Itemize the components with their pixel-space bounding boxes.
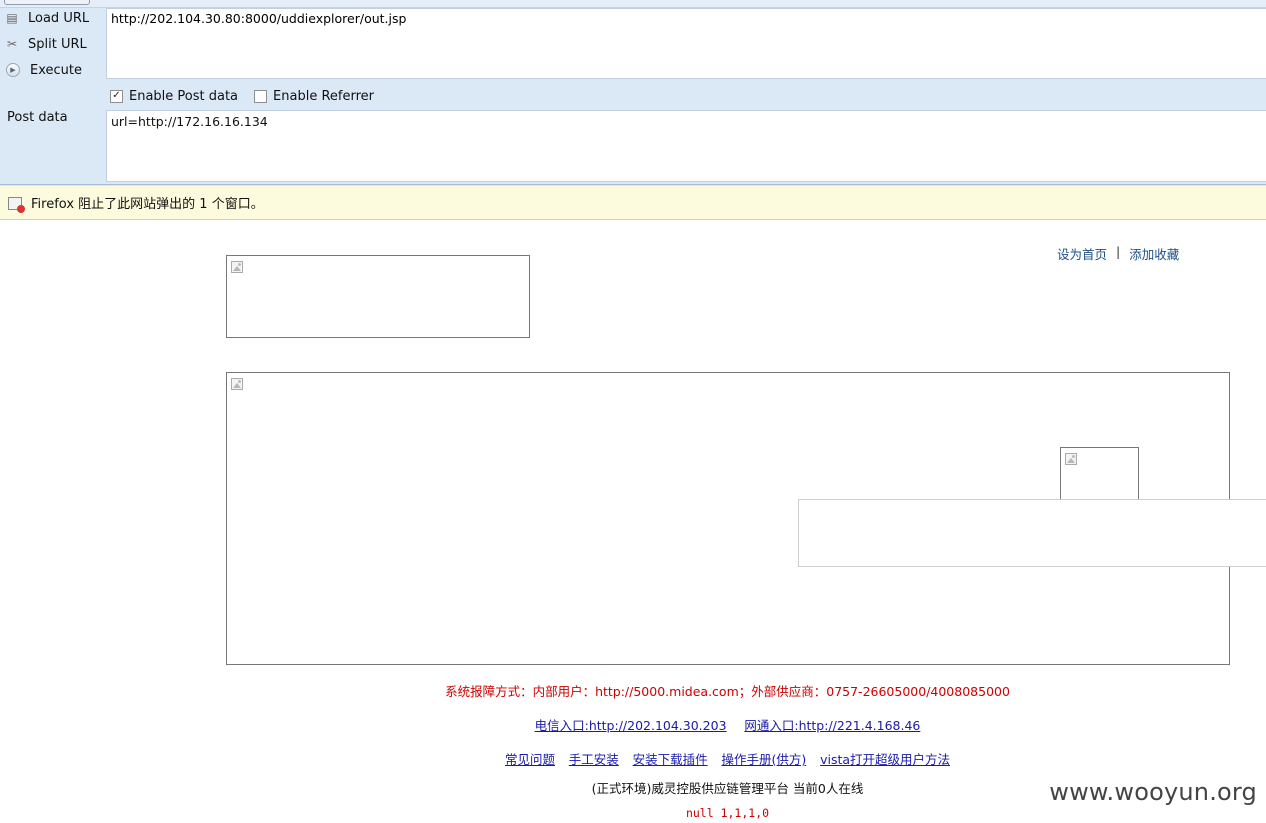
post-data-options: ✓ Enable Post data Enable Referrer [110,87,374,105]
split-url-label: Split URL [28,36,87,52]
execute-label: Execute [30,62,82,78]
execute-button[interactable]: ▶ Execute [4,59,100,81]
hackbar-top-strip [0,0,1266,8]
login-form-panel[interactable] [798,499,1266,567]
execute-icon: ▶ [6,63,20,77]
load-url-label: Load URL [28,10,90,26]
enable-post-label[interactable]: Enable Post data [129,89,238,104]
vista-admin-link[interactable]: vista打开超级用户方法 [820,752,950,767]
add-favorite-link[interactable]: 添加收藏 [1129,244,1179,263]
entry-links: 电信入口:http://202.104.30.203 网通入口:http://2… [226,715,1229,734]
hackbar-panel: ▤ Load URL ✂ Split URL ▶ Execute http://… [0,0,1266,185]
help-links: 常见问题 手工安装 安装下载插件 操作手册(供方) vista打开超级用户方法 [226,749,1229,768]
broken-image-icon [1065,453,1077,465]
download-plugin-link[interactable]: 安装下载插件 [633,752,708,767]
broken-image-icon [231,378,243,390]
enable-referrer-checkbox[interactable] [254,89,268,103]
split-url-button[interactable]: ✂ Split URL [4,33,100,55]
top-links-separator: | [1116,244,1121,259]
hackbar-menu-tab[interactable] [4,0,90,5]
load-url-button[interactable]: ▤ Load URL [4,7,100,29]
split-url-icon: ✂ [6,37,18,51]
support-contact-text: 系统报障方式：内部用户：http://5000.midea.com；外部供应商：… [445,684,1010,699]
post-data-label: Post data [7,110,68,125]
netcom-entry-link[interactable]: 网通入口:http://221.4.168.46 [744,718,920,733]
popup-blocked-bar: Firefox 阻止了此网站弹出的 1 个窗口。 [0,185,1266,220]
supplier-manual-link[interactable]: 操作手册(供方) [721,752,806,767]
load-url-icon: ▤ [6,11,18,25]
post-data-textarea[interactable]: url=http://172.16.16.134 [106,110,1266,182]
manual-install-link[interactable]: 手工安装 [569,752,619,767]
enable-referrer-label[interactable]: Enable Referrer [273,89,374,104]
broken-image-icon [231,261,243,273]
popup-blocked-icon [8,197,25,213]
debug-output-text: null 1,1,1,0 [685,806,770,820]
logo-image-placeholder [226,255,530,338]
set-homepage-link[interactable]: 设为首页 [1057,244,1107,263]
watermark: www.wooyun.org [1049,778,1257,806]
top-links: 设为首页 | 添加收藏 [1057,244,1179,263]
url-textarea[interactable]: http://202.104.30.80:8000/uddiexplorer/o… [106,8,1266,79]
telecom-entry-link[interactable]: 电信入口:http://202.104.30.203 [535,718,727,733]
enable-post-checkbox[interactable]: ✓ [110,89,123,103]
faq-link[interactable]: 常见问题 [505,752,555,767]
popup-blocked-text: Firefox 阻止了此网站弹出的 1 个窗口。 [31,197,264,212]
